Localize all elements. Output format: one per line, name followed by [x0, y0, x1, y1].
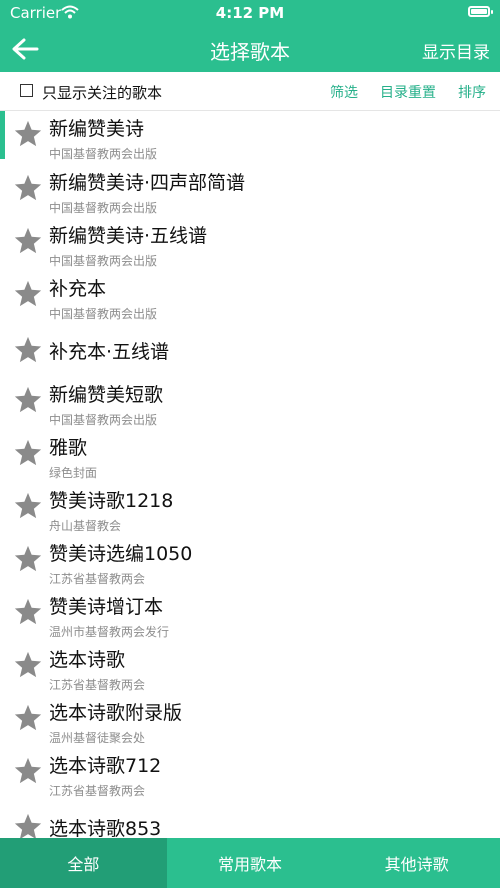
filter-bar: 只显示关注的歌本 筛选 目录重置 排序 [0, 72, 500, 111]
songbook-list: 新编赞美诗 中国基督教两会出版 新编赞美诗·四声部简谱 中国基督教两会出版 新编赞美诗·… [0, 111, 500, 838]
songbook-item[interactable]: 新编赞美诗中国基督教两会出版 [0, 111, 500, 164]
songbook-publisher: 中国基督教两会出版 [49, 147, 158, 161]
follow-only-checkbox[interactable] [20, 84, 33, 97]
songbook-name: 选本诗歌 [49, 649, 126, 671]
songbook-item[interactable]: 补充本中国基督教两会出版 [0, 271, 500, 324]
star-icon[interactable] [13, 491, 43, 521]
star-icon[interactable] [13, 703, 43, 733]
songbook-name: 新编赞美短歌 [49, 384, 164, 406]
star-icon[interactable] [13, 438, 43, 468]
songbook-name: 赞美诗选编1050 [49, 543, 193, 565]
songbook-publisher: 温州市基督教两会发行 [49, 625, 170, 639]
battery-icon [468, 6, 493, 17]
songbook-item[interactable]: 新编赞美诗·四声部简谱中国基督教两会出版 [0, 165, 500, 218]
filter-button[interactable]: 筛选 [330, 82, 358, 102]
status-bar: Carrier 4:12 PM [0, 0, 500, 26]
songbook-item[interactable]: 赞美诗增订本温州市基督教两会发行 [0, 589, 500, 642]
songbook-item[interactable]: 选本诗歌712 江苏省基督教两会 [0, 748, 500, 801]
tab-0[interactable]: 全部 [0, 838, 167, 888]
songbook-item[interactable]: 选本诗歌江苏省基督教两会 [0, 642, 500, 695]
show-directory-button[interactable]: 显示目录 [422, 38, 490, 63]
songbook-publisher: 江苏省基督教两会 [49, 678, 146, 692]
songbook-name: 新编赞美诗·四声部简谱 [49, 172, 246, 194]
songbook-publisher: 绿色封面 [49, 466, 98, 480]
songbook-publisher: 中国基督教两会出版 [49, 307, 158, 321]
tab-2[interactable]: 其他诗歌 [333, 838, 500, 888]
songbook-publisher: 中国基督教两会出版 [49, 201, 158, 215]
star-icon[interactable] [13, 756, 43, 786]
star-icon[interactable] [13, 119, 43, 149]
star-icon[interactable] [13, 597, 43, 627]
status-time: 4:12 PM [215, 4, 285, 22]
follow-only-label: 只显示关注的歌本 [42, 84, 163, 102]
star-icon[interactable] [13, 173, 43, 203]
songbook-name: 赞美诗歌1218 [49, 490, 174, 512]
songbook-publisher: 舟山基督教会 [49, 519, 122, 533]
songbook-publisher: 温州基督徒聚会处 [49, 731, 146, 745]
sort-button[interactable]: 排序 [458, 82, 486, 102]
songbook-name: 选本诗歌附录版 [49, 702, 183, 724]
songbook-name: 选本诗歌853 [49, 818, 162, 838]
tab-1[interactable]: 常用歌本 [167, 838, 334, 888]
songbook-item[interactable]: 选本诗歌附录版温州基督徒聚会处 [0, 695, 500, 748]
songbook-item[interactable]: 选本诗歌853 [0, 801, 500, 838]
star-icon[interactable] [13, 812, 43, 838]
songbook-publisher: 中国基督教两会出版 [49, 254, 158, 268]
songbook-item[interactable]: 新编赞美短歌中国基督教两会出版 [0, 377, 500, 430]
nav-bar: 选择歌本 显示目录 [0, 26, 500, 72]
selected-indicator [0, 111, 5, 159]
songbook-name: 新编赞美诗·五线谱 [49, 225, 208, 247]
songbook-name: 选本诗歌712 [49, 755, 162, 777]
songbook-item[interactable]: 雅歌 绿色封面 [0, 430, 500, 483]
star-icon[interactable] [13, 335, 43, 365]
songbook-publisher: 江苏省基督教两会 [49, 572, 146, 586]
songbook-item[interactable]: 新编赞美诗·五线谱中国基督教两会出版 [0, 218, 500, 271]
star-icon[interactable] [13, 650, 43, 680]
songbook-name: 雅歌 [49, 437, 88, 459]
songbook-name: 补充本·五线谱 [49, 341, 170, 363]
app-screen: Carrier 4:12 PM 选择歌本 显示目录 只显示关注的歌本 筛选 目录… [0, 0, 500, 888]
songbook-item[interactable]: 赞美诗选编1050 江苏省基督教两会 [0, 536, 500, 589]
songbook-name: 赞美诗增订本 [49, 596, 164, 618]
songbook-item[interactable]: 赞美诗歌1218 舟山基督教会 [0, 483, 500, 536]
header: Carrier 4:12 PM 选择歌本 显示目录 [0, 0, 500, 72]
songbook-name: 补充本 [49, 278, 107, 300]
songbook-item[interactable]: 补充本·五线谱 [0, 324, 500, 377]
filter-actions: 筛选 目录重置 排序 [330, 82, 486, 102]
star-icon[interactable] [13, 544, 43, 574]
songbook-name: 新编赞美诗 [49, 118, 145, 140]
tab-bar: 全部 常用歌本 其他诗歌 [0, 838, 500, 888]
reset-directory-button[interactable]: 目录重置 [380, 82, 436, 102]
star-icon[interactable] [13, 385, 43, 415]
star-icon[interactable] [13, 226, 43, 256]
songbook-publisher: 中国基督教两会出版 [49, 413, 158, 427]
star-icon[interactable] [13, 279, 43, 309]
songbook-publisher: 江苏省基督教两会 [49, 784, 146, 798]
